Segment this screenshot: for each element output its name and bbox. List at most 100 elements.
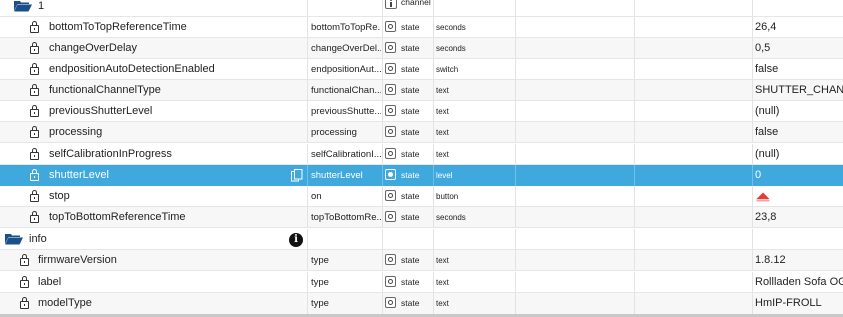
tree-row-type-label: channel bbox=[401, 0, 431, 7]
tree-row-id: topToBottomRe... bbox=[311, 212, 381, 223]
tree-row[interactable]: bottomToTopReferenceTime bottomToTopRe..… bbox=[0, 17, 843, 38]
tree-row-value[interactable]: false bbox=[755, 59, 843, 80]
tree-row-value[interactable]: false bbox=[755, 122, 843, 143]
lock-icon bbox=[30, 148, 39, 160]
tree-row-selected[interactable]: shutterLevel shutterLevel state level 0 bbox=[0, 165, 843, 186]
tree-row-role: state bbox=[401, 64, 420, 74]
tree-row-name: functionalChannelType bbox=[49, 84, 161, 96]
tree-row-value[interactable]: HmIP-FROLL bbox=[755, 293, 843, 314]
lock-icon bbox=[30, 105, 39, 117]
tree-row-value[interactable]: (null) bbox=[755, 101, 843, 122]
tree-row-name: changeOverDelay bbox=[49, 42, 138, 54]
tree-row-value[interactable]: (null) bbox=[755, 144, 843, 165]
tree-row-type: text bbox=[436, 256, 449, 265]
state-role-icon bbox=[385, 276, 396, 287]
tree-row-type: text bbox=[436, 107, 449, 116]
tree-row[interactable]: firmwareVersion type state text 1.8.12 bbox=[0, 250, 843, 271]
tree-row[interactable]: modelType type state text HmIP-FROLL bbox=[0, 293, 843, 314]
tree-row-type: text bbox=[436, 150, 449, 159]
tree-row-role: state bbox=[401, 298, 420, 308]
tree-row-value[interactable]: 23,8 bbox=[755, 207, 843, 228]
tree-row-id: shutterLevel bbox=[311, 170, 363, 181]
lock-icon bbox=[30, 169, 39, 181]
tree-row[interactable]: selfCalibrationInProgress selfCalibratio… bbox=[0, 144, 843, 165]
tree-row-type: seconds bbox=[436, 44, 466, 53]
state-role-icon bbox=[385, 190, 396, 201]
tree-row-name: firmwareVersion bbox=[38, 254, 117, 266]
tree-row-id: changeOverDel... bbox=[311, 43, 381, 54]
state-role-icon bbox=[385, 63, 396, 74]
tree-row-role: state bbox=[401, 170, 420, 180]
tree-row[interactable]: previousShutterLevel previousShutte... s… bbox=[0, 101, 843, 122]
tree-row-role: state bbox=[401, 22, 420, 32]
lock-icon bbox=[20, 254, 29, 266]
tree-row-role: state bbox=[401, 43, 420, 53]
tree-row-role: state bbox=[401, 106, 420, 116]
tree-row-name: previousShutterLevel bbox=[49, 105, 153, 117]
tree-row-type: seconds bbox=[436, 213, 466, 222]
tree-row-type: text bbox=[436, 86, 449, 95]
tree-row-value[interactable]: 1.8.12 bbox=[755, 250, 843, 271]
folder-open-icon bbox=[14, 1, 32, 12]
tree-row-role: state bbox=[401, 255, 420, 265]
tree-row-value[interactable]: Rollladen Sofa OG bbox=[755, 272, 843, 293]
tree-row[interactable]: processing processing state text false bbox=[0, 122, 843, 143]
tree-row-name: shutterLevel bbox=[49, 169, 109, 181]
tree-row[interactable]: label type state text Rollladen Sofa OG bbox=[0, 272, 843, 293]
tree-row[interactable]: stop on state button bbox=[0, 186, 843, 207]
triangle-up-red-icon[interactable] bbox=[756, 192, 770, 202]
state-role-icon bbox=[385, 254, 396, 265]
lock-icon bbox=[30, 126, 39, 138]
state-role-icon bbox=[385, 297, 396, 308]
lock-icon bbox=[30, 21, 39, 33]
lock-icon bbox=[30, 84, 39, 96]
info-icon[interactable]: i bbox=[289, 233, 303, 247]
state-role-icon bbox=[385, 148, 396, 159]
tree-row-type: button bbox=[436, 192, 459, 201]
tree-row-type: seconds bbox=[436, 23, 466, 32]
object-tree-grid: 1 channel bottomToTopReferenceTime botto… bbox=[0, 0, 843, 317]
tree-row-name: endpositionAutoDetectionEnabled bbox=[49, 63, 215, 75]
tree-row-name: info bbox=[29, 233, 47, 245]
tree-row-value[interactable]: SHUTTER_CHAN... bbox=[755, 80, 843, 101]
lock-icon bbox=[20, 297, 29, 309]
channel-icon bbox=[385, 0, 397, 9]
state-role-icon bbox=[385, 21, 396, 32]
tree-row-role: state bbox=[401, 127, 420, 137]
tree-row-value[interactable]: 26,4 bbox=[755, 17, 843, 38]
tree-row[interactable]: changeOverDelay changeOverDel... state s… bbox=[0, 38, 843, 59]
tree-row-name: modelType bbox=[38, 297, 92, 309]
tree-row-role: state bbox=[401, 85, 420, 95]
tree-row-type: text bbox=[436, 299, 449, 308]
tree-row-id: on bbox=[311, 191, 322, 202]
state-role-icon bbox=[385, 105, 396, 116]
tree-row-value[interactable]: 0 bbox=[755, 165, 843, 186]
tree-row-info-folder[interactable]: info i bbox=[0, 229, 843, 250]
tree-row-id: type bbox=[311, 298, 329, 309]
tree-row-channel-1[interactable]: 1 channel bbox=[0, 0, 843, 17]
tree-row-type: level bbox=[436, 171, 453, 180]
tree-row-id: type bbox=[311, 255, 329, 266]
copy-icon[interactable] bbox=[291, 169, 303, 182]
tree-row[interactable]: functionalChannelType functionalChan... … bbox=[0, 80, 843, 101]
tree-row-id: selfCalibrationI... bbox=[311, 149, 381, 160]
lock-icon bbox=[20, 276, 29, 288]
tree-row-id: endpositionAut... bbox=[311, 64, 381, 75]
tree-row-name: topToBottomReferenceTime bbox=[49, 211, 186, 223]
tree-row[interactable]: topToBottomReferenceTime topToBottomRe..… bbox=[0, 207, 843, 228]
tree-row[interactable]: endpositionAutoDetectionEnabled endposit… bbox=[0, 59, 843, 80]
state-role-icon bbox=[385, 126, 396, 137]
tree-row-role: state bbox=[401, 212, 420, 222]
tree-row-name: 1 bbox=[38, 0, 45, 12]
tree-row-name: processing bbox=[49, 126, 103, 138]
state-role-icon bbox=[385, 211, 396, 222]
tree-row-id: functionalChan... bbox=[311, 85, 381, 96]
state-role-icon bbox=[385, 42, 396, 53]
tree-row-value[interactable]: 0,5 bbox=[755, 38, 843, 59]
tree-row-id: type bbox=[311, 277, 329, 288]
tree-row-type: switch bbox=[436, 65, 459, 74]
tree-row-id: processing bbox=[311, 127, 357, 138]
lock-icon bbox=[30, 190, 39, 202]
folder-open-icon bbox=[5, 234, 23, 245]
lock-icon bbox=[30, 63, 39, 75]
